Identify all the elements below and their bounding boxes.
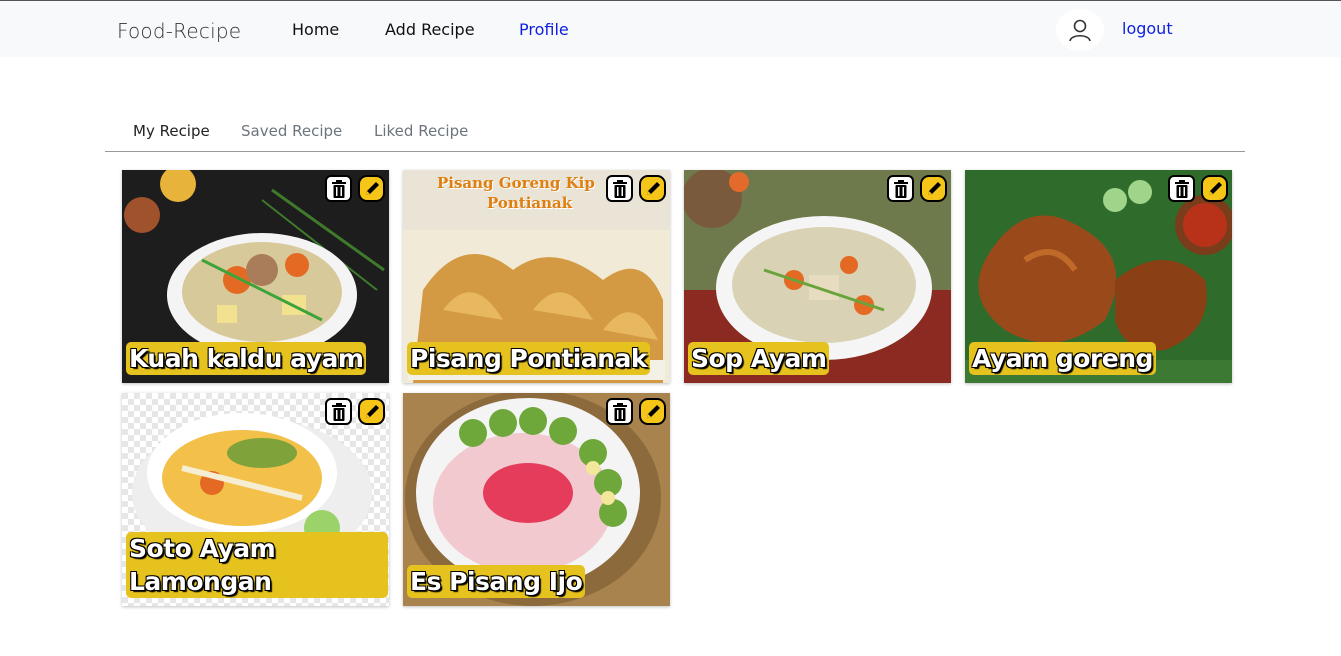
edit-button[interactable] [920,175,947,202]
card-actions [606,398,666,425]
delete-button[interactable] [606,175,633,202]
delete-button[interactable] [1168,175,1195,202]
card-actions [887,175,947,202]
tab-my-recipe[interactable]: My Recipe [133,122,210,140]
card-actions [606,175,666,202]
delete-button[interactable] [606,398,633,425]
edit-button[interactable] [639,398,666,425]
pencil-icon [646,404,660,418]
edit-button[interactable] [639,175,666,202]
trash-icon [612,179,627,198]
card-actions [325,175,385,202]
recipe-card[interactable]: Pisang Goreng Kip Pontianak Pisang Ponti… [403,170,670,383]
tab-saved-recipe[interactable]: Saved Recipe [241,122,342,140]
nav-add-recipe[interactable]: Add Recipe [385,20,475,39]
recipe-title: Kuah kaldu ayam [126,342,367,375]
avatar[interactable] [1056,9,1104,51]
recipe-card[interactable]: Ayam goreng [965,170,1232,383]
card-actions [325,398,385,425]
recipe-title: Es Pisang Ijo [407,565,586,598]
nav-profile[interactable]: Profile [519,20,569,39]
trash-icon [331,402,346,421]
recipe-card[interactable]: Kuah kaldu ayam [122,170,389,383]
user-icon [1069,19,1091,42]
navbar: Food-Recipe Home Add Recipe Profile logo… [0,1,1341,57]
pencil-icon [1208,181,1222,195]
card-actions [1168,175,1228,202]
recipe-card[interactable]: Es Pisang Ijo [403,393,670,606]
brand-logo[interactable]: Food-Recipe [117,19,241,43]
logout-link[interactable]: logout [1122,19,1173,38]
pencil-icon [927,181,941,195]
edit-button[interactable] [358,175,385,202]
pencil-icon [365,404,379,418]
trash-icon [331,179,346,198]
delete-button[interactable] [887,175,914,202]
image-caption-line2: Pontianak [487,194,573,212]
recipe-title: Ayam goreng [969,342,1156,375]
trash-icon [1174,179,1189,198]
recipe-title: Soto Ayam Lamongan [126,532,388,598]
recipe-title: Pisang Pontianak [407,342,651,375]
recipe-card[interactable]: Soto Ayam Lamongan [122,393,389,606]
edit-button[interactable] [1201,175,1228,202]
delete-button[interactable] [325,398,352,425]
trash-icon [612,402,627,421]
image-caption-line1: Pisang Goreng Kip [437,174,595,192]
delete-button[interactable] [325,175,352,202]
edit-button[interactable] [358,398,385,425]
trash-icon [893,179,908,198]
profile-tabs: My Recipe Saved Recipe Liked Recipe [105,112,1245,152]
pencil-icon [365,181,379,195]
recipe-card[interactable]: Sop Ayam [684,170,951,383]
nav-home[interactable]: Home [292,20,339,39]
recipe-title: Sop Ayam [688,342,830,375]
tab-liked-recipe[interactable]: Liked Recipe [374,122,468,140]
pencil-icon [646,181,660,195]
